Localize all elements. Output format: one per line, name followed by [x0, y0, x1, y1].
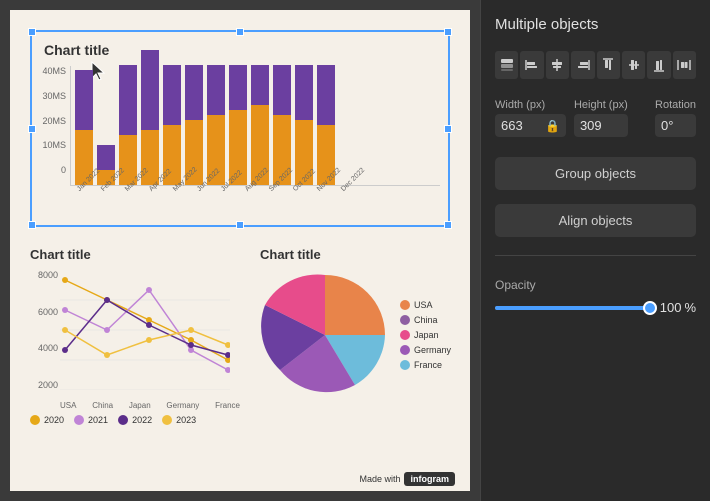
opacity-unit: %	[684, 300, 696, 315]
bar-group	[295, 65, 313, 185]
bottom-charts: Chart title 8000 6000 4000 2000	[30, 247, 450, 425]
selection-handle-bl[interactable]	[28, 221, 36, 229]
dimensions-row: Width (px) 🔒 Height (px) Rotation	[495, 99, 696, 137]
opacity-slider-thumb[interactable]	[643, 301, 657, 315]
canvas-area: Chart title 40MS 30MS 20MS 10MS 0	[0, 0, 480, 501]
opacity-slider[interactable]	[495, 306, 650, 310]
legend-japan: Japan	[400, 330, 451, 340]
pie-chart-legend: USA China Japan Germany	[400, 270, 451, 400]
width-label: Width (px)	[495, 99, 566, 111]
line-chart-svg	[60, 270, 230, 390]
pie-chart-title: Chart title	[260, 247, 451, 262]
divider	[495, 255, 696, 256]
selection-handle-br[interactable]	[444, 221, 452, 229]
selection-handle-tl[interactable]	[28, 28, 36, 36]
width-input[interactable]	[501, 118, 541, 133]
legend-2020: 2020	[30, 415, 64, 425]
alignment-toolbar	[495, 51, 696, 79]
width-input-wrap: 🔒	[495, 114, 566, 137]
infogram-badge: infogram	[404, 472, 455, 486]
bar-chart-title: Chart title	[40, 40, 440, 60]
line-y-labels: 8000 6000 4000 2000	[30, 270, 58, 390]
align-middle-btn[interactable]	[622, 51, 645, 79]
canvas-content: Chart title 40MS 30MS 20MS 10MS 0	[10, 10, 470, 491]
align-left-btn[interactable]	[520, 51, 543, 79]
line-chart-legend: 2020 2021 2022 2023	[30, 415, 240, 425]
bar-group	[75, 70, 93, 185]
selection-handle-ml[interactable]	[28, 125, 36, 133]
selection-handle-mr[interactable]	[444, 125, 452, 133]
selection-handle-bm[interactable]	[236, 221, 244, 229]
x-axis-labels: Jan 2022 Feb 2022 Mar 2022 Apr 2022 May …	[70, 188, 440, 195]
line-x-labels: USA China Japan Germany France	[60, 401, 240, 410]
height-group: Height (px)	[574, 99, 628, 137]
opacity-value: 100 %	[660, 300, 696, 315]
height-input-wrap	[574, 114, 628, 137]
infogram-footer: Made with infogram	[359, 472, 455, 486]
width-group: Width (px) 🔒	[495, 99, 566, 137]
bar-chart-container[interactable]: Chart title 40MS 30MS 20MS 10MS 0	[30, 30, 450, 227]
legend-2021: 2021	[74, 415, 108, 425]
pie-chart-section: Chart title	[260, 247, 451, 425]
pie-chart-area: USA China Japan Germany	[260, 270, 451, 400]
opacity-number: 100	[660, 300, 682, 315]
line-chart-section: Chart title 8000 6000 4000 2000	[30, 247, 240, 425]
line-chart-area: 8000 6000 4000 2000	[30, 270, 240, 410]
selection-handle-tm[interactable]	[236, 28, 244, 36]
distribute-btn[interactable]	[673, 51, 696, 79]
align-center-h-btn[interactable]	[546, 51, 569, 79]
rotation-label: Rotation	[655, 99, 696, 111]
height-label: Height (px)	[574, 99, 628, 111]
align-right-btn[interactable]	[571, 51, 594, 79]
bar-group	[141, 50, 159, 185]
pie-chart-svg	[260, 270, 390, 400]
legend-china: China	[400, 315, 451, 325]
footer-text: Made with	[359, 474, 400, 484]
rotation-input-wrap	[655, 114, 696, 137]
rotation-group: Rotation	[655, 99, 696, 137]
rotation-input[interactable]	[661, 118, 689, 133]
legend-usa: USA	[400, 300, 451, 310]
legend-france: France	[400, 360, 451, 370]
bar-group	[163, 65, 181, 185]
selection-handle-tr[interactable]	[444, 28, 452, 36]
align-bottom-btn[interactable]	[647, 51, 670, 79]
height-input[interactable]	[580, 118, 620, 133]
opacity-label: Opacity	[495, 278, 696, 292]
right-panel: Multiple objects	[480, 0, 710, 501]
opacity-section: Opacity 100 %	[495, 278, 696, 315]
panel-title: Multiple objects	[495, 16, 696, 33]
align-objects-button[interactable]: Align objects	[495, 204, 696, 237]
bar-group	[317, 65, 335, 185]
opacity-slider-fill	[495, 306, 650, 310]
y-axis: 40MS 30MS 20MS 10MS 0	[40, 66, 70, 195]
line-chart-title: Chart title	[30, 247, 240, 262]
stack-icon-btn[interactable]	[495, 51, 518, 79]
group-objects-button[interactable]: Group objects	[495, 157, 696, 190]
align-top-btn[interactable]	[597, 51, 620, 79]
legend-2022: 2022	[118, 415, 152, 425]
bar-group	[229, 65, 247, 185]
bar-chart-bars: Jan 2022 Feb 2022 Mar 2022 Apr 2022 May …	[70, 66, 440, 195]
legend-germany: Germany	[400, 345, 451, 355]
legend-2023: 2023	[162, 415, 196, 425]
opacity-row: 100 %	[495, 300, 696, 315]
lock-icon: 🔒	[545, 119, 560, 133]
